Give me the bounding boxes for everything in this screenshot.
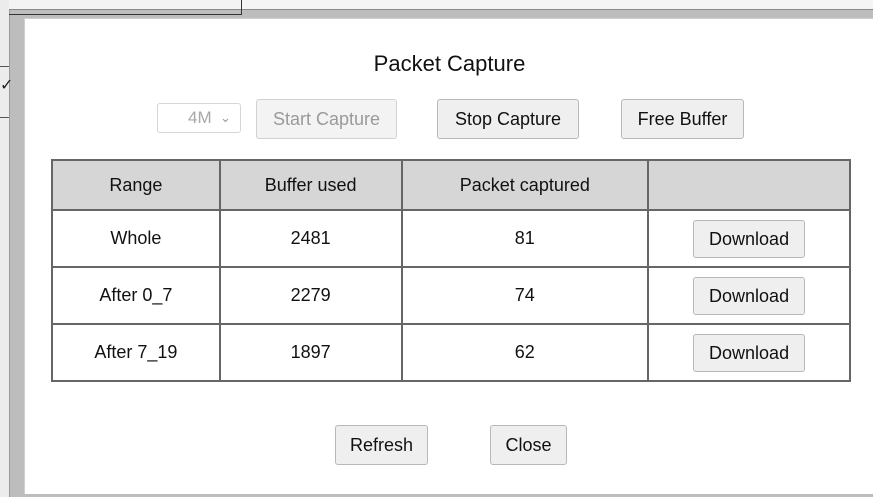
column-header-packet-captured: Packet captured: [400, 159, 650, 211]
cell-packets: 81: [400, 209, 650, 268]
refresh-button[interactable]: Refresh: [335, 425, 428, 465]
cell-buffer-used: 1897: [218, 323, 403, 382]
table-row: After 0_7 2279 74 Download: [51, 266, 851, 325]
download-button[interactable]: Download: [693, 276, 806, 315]
cell-buffer-used: 2279: [218, 266, 403, 325]
cell-range: Whole: [51, 209, 221, 268]
background-top-fragment: [9, 0, 242, 15]
capture-table: Range Buffer used Packet captured Whole …: [51, 159, 851, 382]
cell-buffer-used: 2481: [218, 209, 403, 268]
table-row: Whole 2481 81 Download: [51, 209, 851, 268]
chevron-down-icon: ⌄: [220, 110, 231, 125]
cell-action: Download: [647, 209, 851, 268]
cell-range: After 0_7: [51, 266, 221, 325]
buffer-size-value: 4M: [188, 108, 212, 127]
cell-action: Download: [647, 323, 851, 382]
column-header-buffer-used: Buffer used: [218, 159, 403, 211]
check-icon: ✓: [0, 77, 14, 94]
start-capture-button[interactable]: Start Capture: [256, 99, 397, 139]
cell-packets: 62: [400, 323, 650, 382]
cell-packets: 74: [400, 266, 650, 325]
cell-range: After 7_19: [51, 323, 221, 382]
close-button[interactable]: Close: [490, 425, 567, 465]
table-header-row: Range Buffer used Packet captured: [51, 159, 851, 211]
packet-capture-dialog: Packet Capture 4M ⌄ Start Capture Stop C…: [24, 18, 873, 494]
download-button[interactable]: Download: [693, 333, 806, 372]
free-buffer-button[interactable]: Free Buffer: [621, 99, 744, 139]
dialog-title: Packet Capture: [373, 51, 526, 76]
stop-capture-button[interactable]: Stop Capture: [437, 99, 579, 139]
buffer-size-select[interactable]: 4M ⌄: [157, 103, 241, 133]
cell-action: Download: [647, 266, 851, 325]
column-header-range: Range: [51, 159, 221, 211]
download-button[interactable]: Download: [693, 219, 806, 258]
column-header-action: [647, 159, 851, 211]
table-row: After 7_19 1897 62 Download: [51, 323, 851, 382]
